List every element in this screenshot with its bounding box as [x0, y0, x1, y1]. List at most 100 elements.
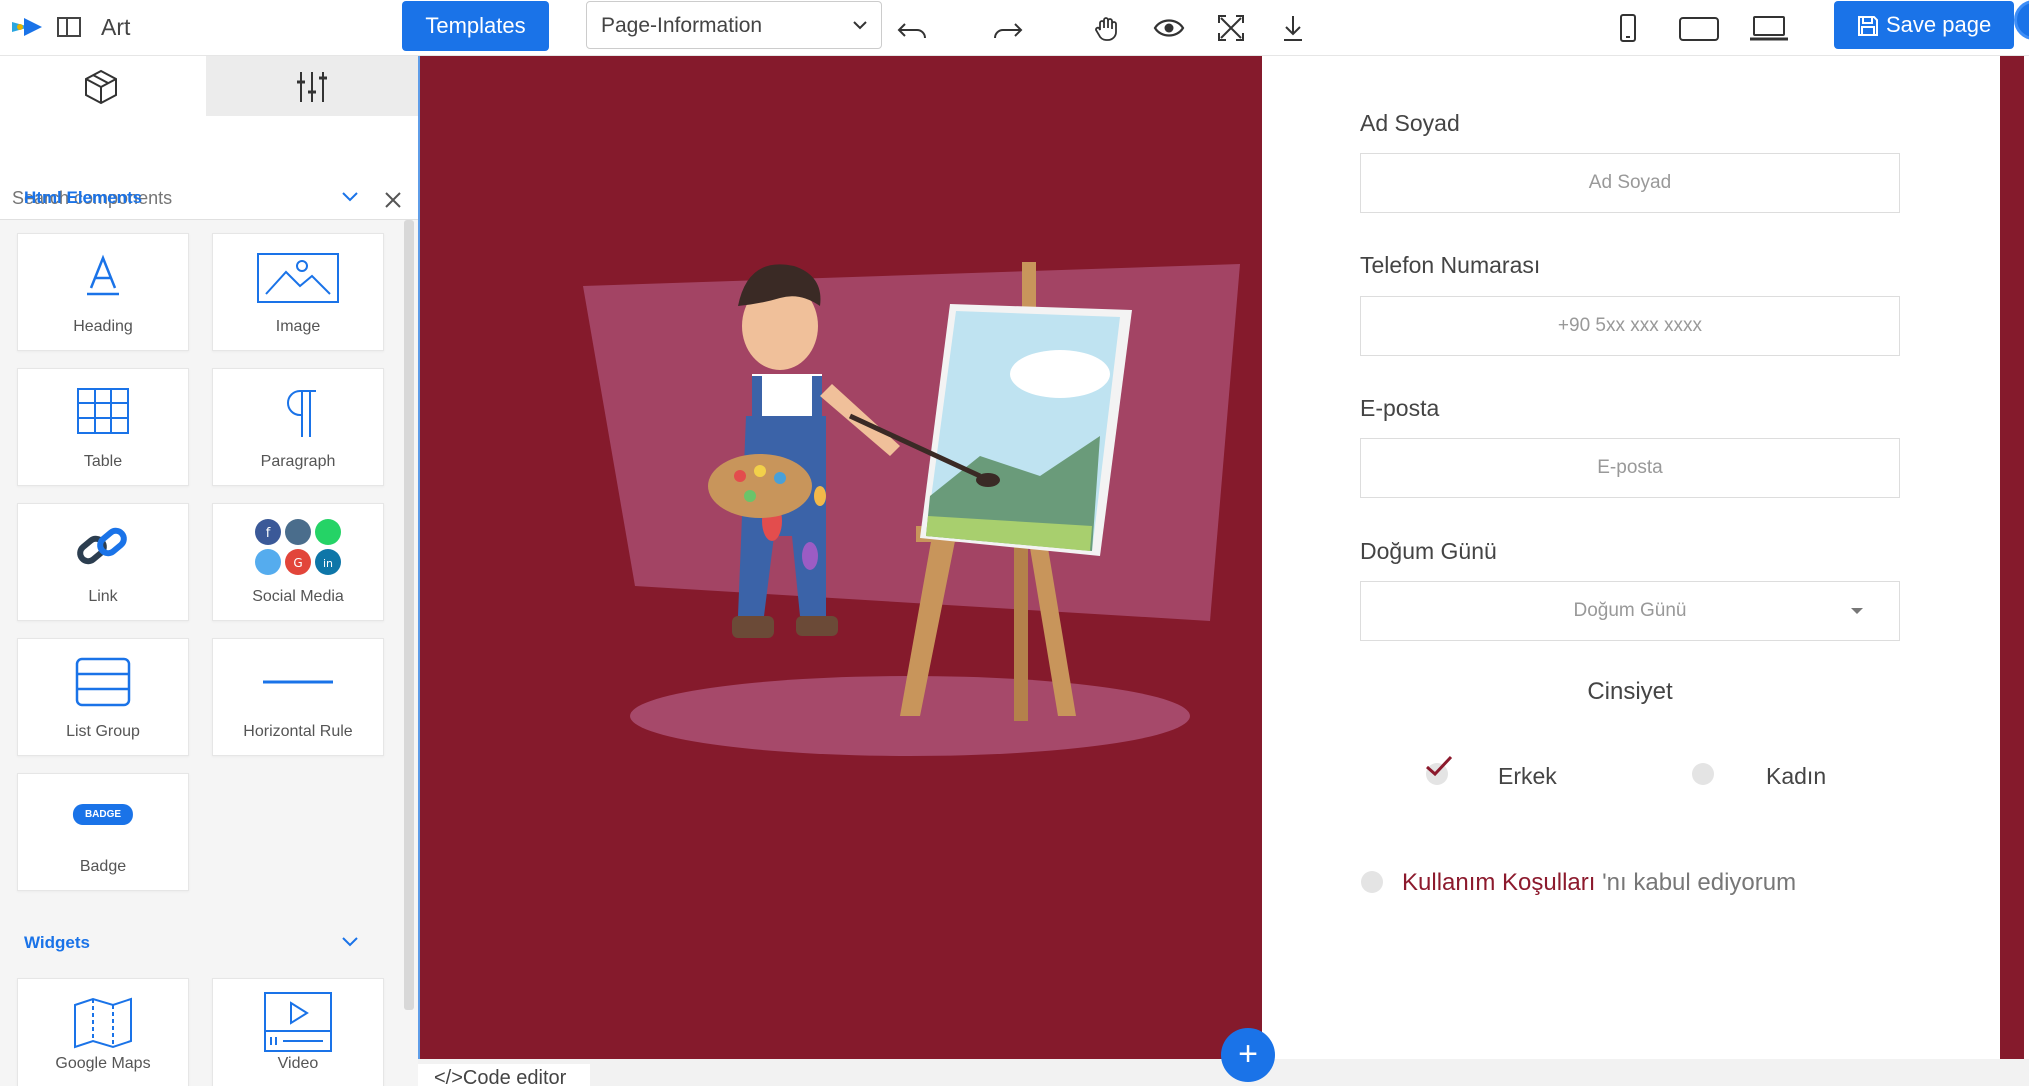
save-page-label: Save page	[1886, 12, 1992, 37]
component-link[interactable]: Link	[17, 503, 189, 621]
component-badge[interactable]: BADGE Badge	[17, 773, 189, 891]
paragraph-icon	[287, 390, 316, 437]
input-telefon-placeholder: +90 5xx xxx xxxx	[1557, 315, 1703, 336]
page-builder: Art Templates Page-Information Save page…	[0, 0, 2029, 1086]
artist-illustration	[420, 56, 1262, 1059]
components-panel: Html Elements Heading Image	[0, 56, 418, 1086]
component-image[interactable]: Image	[212, 233, 384, 351]
link-icon	[77, 527, 127, 565]
video-icon	[264, 992, 332, 1052]
canvas-right-bar	[2000, 56, 2024, 1059]
component-paragraph[interactable]: Paragraph	[212, 368, 384, 486]
canvas-left-border	[418, 56, 420, 1059]
component-list-group[interactable]: List Group	[17, 638, 189, 756]
svg-text:f: f	[266, 526, 271, 541]
painter-illustration	[583, 262, 1240, 756]
user-avatar[interactable]	[2014, 0, 2029, 40]
add-section-button[interactable]: +	[1221, 1028, 1275, 1082]
checkmark-icon	[1426, 755, 1453, 777]
label-ad-soyad: Ad Soyad	[1360, 110, 1460, 136]
section-widgets-label: Widgets	[24, 933, 90, 952]
svg-text:in: in	[323, 557, 333, 570]
terms-link[interactable]: Kullanım Koşulları	[1402, 869, 1595, 896]
label-eposta: E-posta	[1360, 395, 1440, 421]
table-icon	[77, 388, 129, 434]
badge-icon-text: BADGE	[84, 809, 122, 820]
hand-icon[interactable]	[1092, 12, 1124, 44]
tablet-icon[interactable]	[1678, 12, 1720, 44]
component-horizontal-rule[interactable]: Horizontal Rule	[212, 638, 384, 756]
component-label: Badge	[79, 858, 127, 875]
component-label: Social Media	[252, 588, 344, 605]
map-icon	[74, 997, 132, 1049]
horizontal-rule-icon	[263, 680, 333, 684]
component-label: Paragraph	[260, 453, 336, 470]
component-video[interactable]: Video	[212, 978, 384, 1086]
component-label: List Group	[66, 723, 140, 740]
templates-button[interactable]: Templates	[402, 1, 549, 51]
input-ad-soyad[interactable]: Ad Soyad	[1360, 153, 1900, 213]
logo-icon	[12, 18, 42, 36]
page-select[interactable]: Page-Information	[586, 1, 882, 49]
code-editor-tab[interactable]: </>Code editor	[418, 1064, 590, 1086]
floppy-disk-icon	[1858, 16, 1878, 36]
svg-text:G: G	[293, 556, 302, 570]
download-icon[interactable]	[1277, 12, 1309, 44]
component-label: Table	[83, 453, 123, 470]
section-html-elements-label: Html Elements	[24, 188, 143, 207]
terms-text: Kullanım Koşulları 'nı kabul ediyorum	[1402, 869, 1796, 897]
component-heading[interactable]: Heading	[17, 233, 189, 351]
radio-kadin[interactable]	[1692, 763, 1714, 785]
label-dogum-gunu: Doğum Günü	[1360, 538, 1497, 564]
component-social-media[interactable]: f G in Social Media	[212, 503, 384, 621]
input-telefon[interactable]: +90 5xx xxx xxxx	[1360, 296, 1900, 356]
input-ad-soyad-placeholder: Ad Soyad	[1588, 172, 1672, 193]
top-toolbar: Art Templates Page-Information Save page	[0, 0, 2029, 56]
tab-blocks[interactable]	[0, 56, 206, 116]
undo-icon[interactable]	[897, 12, 929, 44]
section-html-elements[interactable]: Html Elements	[0, 173, 405, 223]
label-telefon: Telefon Numarası	[1360, 252, 1541, 278]
gender-option-erkek[interactable]: Erkek	[1498, 763, 1557, 790]
badge-icon: BADGE	[72, 804, 134, 825]
image-icon	[257, 253, 339, 303]
sliders-icon	[297, 72, 327, 102]
social-media-icon: f G in	[255, 519, 341, 575]
caret-down-icon	[1851, 608, 1863, 614]
checkbox-terms[interactable]	[1361, 871, 1383, 893]
section-widgets[interactable]: Widgets	[0, 918, 405, 968]
chevron-down-icon	[342, 192, 358, 202]
tab-styles[interactable]	[206, 56, 418, 116]
component-label: Google Maps	[55, 1055, 151, 1072]
cube-icon	[85, 69, 117, 105]
select-dogum-gunu-placeholder: Doğum Günü	[1573, 600, 1687, 621]
panel-toggle-icon[interactable]	[56, 16, 82, 38]
gender-title: Cinsiyet	[1587, 678, 1673, 705]
page-select-value: Page-Information	[601, 14, 763, 37]
component-label: Video	[277, 1055, 319, 1072]
input-eposta-placeholder: E-posta	[1597, 457, 1663, 478]
terms-rest: 'nı kabul ediyorum	[1595, 869, 1797, 896]
component-label: Link	[88, 588, 118, 605]
component-google-maps[interactable]: Google Maps	[17, 978, 189, 1086]
heading-icon	[87, 254, 119, 296]
component-label: Horizontal Rule	[243, 723, 353, 740]
chevron-down-icon	[853, 21, 867, 30]
gender-option-kadin[interactable]: Kadın	[1766, 763, 1826, 790]
chevron-down-icon	[342, 937, 358, 947]
canvas-right-edge	[1998, 56, 2029, 1059]
fullscreen-icon[interactable]	[1215, 12, 1247, 44]
select-dogum-gunu[interactable]: Doğum Günü	[1360, 581, 1900, 641]
desktop-icon[interactable]	[1748, 12, 1790, 44]
input-eposta[interactable]: E-posta	[1360, 438, 1900, 498]
mobile-icon[interactable]	[1612, 12, 1644, 44]
component-table[interactable]: Table	[17, 368, 189, 486]
redo-icon[interactable]	[991, 12, 1023, 44]
eye-icon[interactable]	[1153, 12, 1185, 44]
list-group-icon	[75, 657, 131, 707]
component-label: Image	[275, 318, 321, 335]
save-page-button[interactable]: Save page	[1834, 1, 2014, 49]
sidebar-scrollbar[interactable]	[404, 220, 414, 1010]
app-title: Art	[101, 14, 131, 40]
component-label: Heading	[73, 318, 133, 335]
